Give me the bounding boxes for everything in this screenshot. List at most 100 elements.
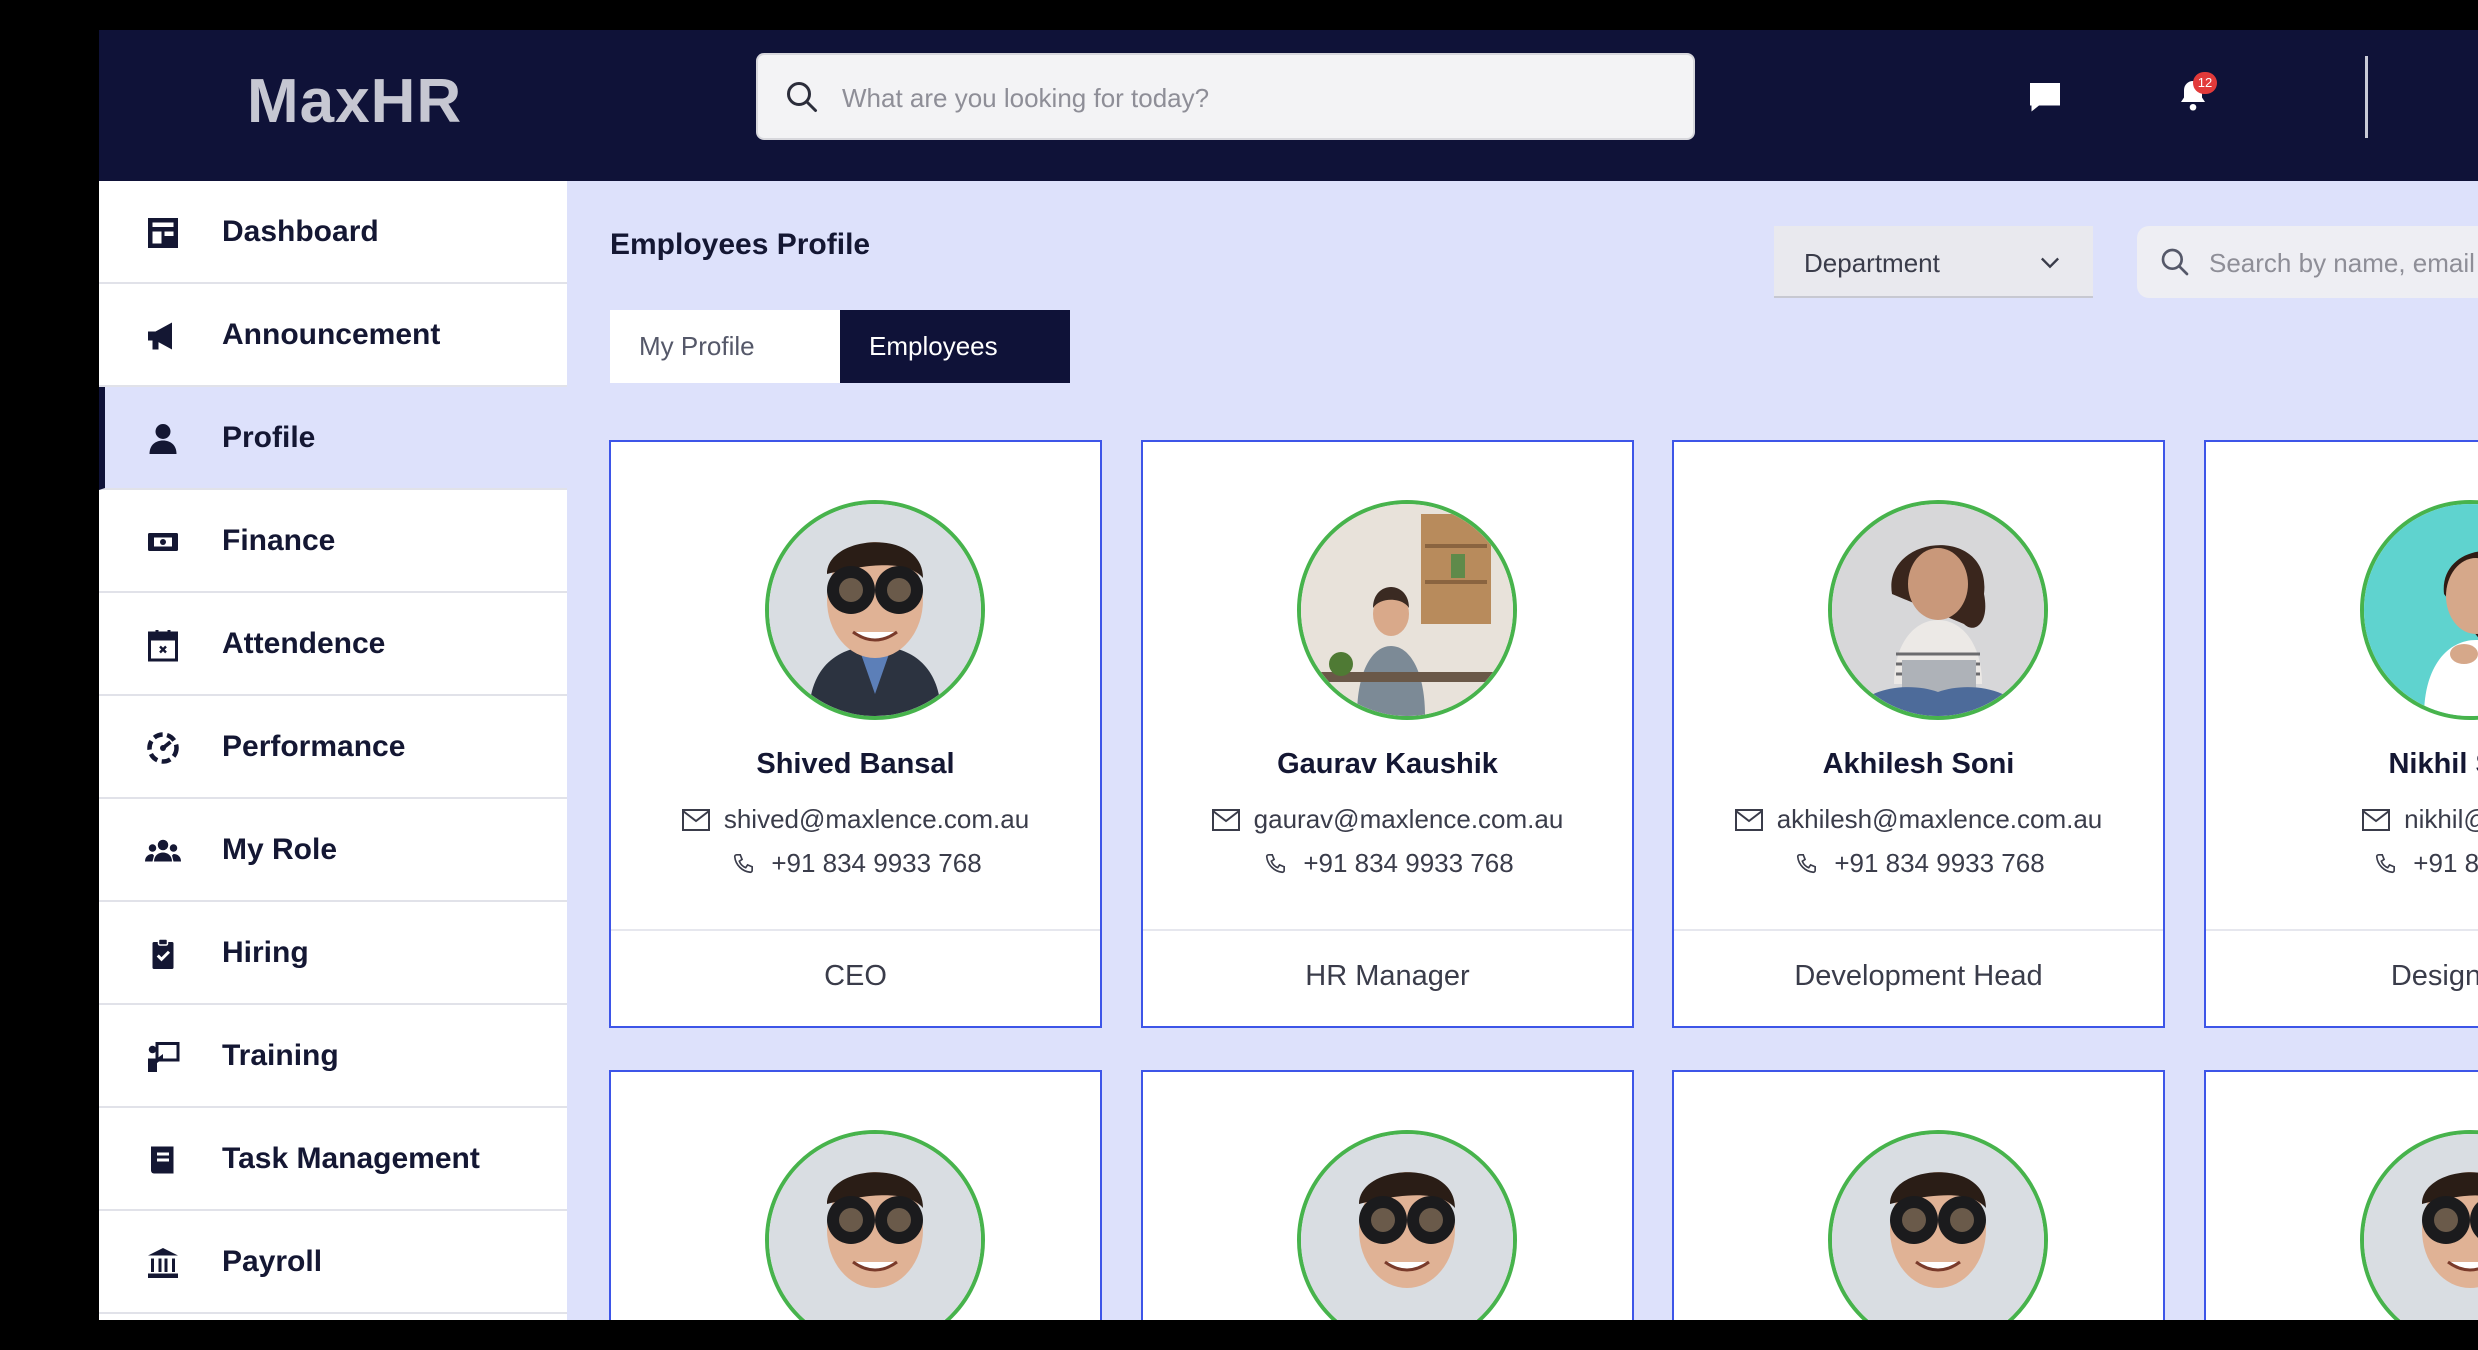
sidebar-item-label: Attendence	[222, 627, 386, 660]
device-frame: MaxHR What are you looking for today? 12…	[0, 0, 2478, 1350]
employee-email-text: akhilesh@maxlence.com.au	[1776, 804, 2103, 834]
book-icon	[151, 1146, 174, 1174]
department-select[interactable]: Department	[1774, 226, 2093, 298]
sidebar-item-label: Training	[222, 1039, 339, 1072]
page-title: Employees Profile	[610, 228, 871, 261]
employee-email-text: nikhil@max	[2404, 804, 2478, 834]
employee-phone[interactable]: +91 834 9933 768	[1674, 848, 2163, 879]
employee-name: Gaurav Kaushik	[1277, 748, 1498, 780]
search-input[interactable]: What are you looking for today?	[842, 83, 1209, 114]
user-icon	[149, 424, 177, 454]
employee-search-input[interactable]: Search by name, email	[2209, 248, 2475, 279]
employee-name: Akhilesh Soni	[1822, 748, 2015, 780]
sidebar-item-label: My Role	[222, 833, 338, 866]
mail-icon	[1211, 809, 1240, 831]
sidebar-item-announcement[interactable]: Announcement	[99, 284, 567, 387]
sidebar-item-label: Finance	[222, 524, 336, 557]
sidebar-item-my-role[interactable]: My Role	[99, 799, 567, 902]
phone-icon	[1266, 854, 1286, 874]
employee-phone[interactable]: +91 834 9933 768	[1143, 848, 1632, 879]
employee-email[interactable]: nikhil@max	[2206, 804, 2478, 835]
employee-avatar	[765, 1130, 985, 1320]
sidebar-item-task-management[interactable]: Task Management	[99, 1108, 567, 1211]
sidebar-item-label: Hiring	[222, 936, 309, 969]
sidebar-item-label: Performance	[222, 730, 406, 763]
employee-role: Design H	[2390, 960, 2478, 992]
employee-avatar	[1828, 1130, 2048, 1320]
employee-card[interactable]: Gaurav Kaushik gaurav@maxlence.com.au +9…	[1141, 440, 1634, 1028]
employee-phone-text: +91 834 9	[2413, 848, 2478, 878]
presentation-icon	[148, 1042, 180, 1072]
employee-card[interactable]	[1141, 1070, 1634, 1320]
employee-role: Development Head	[1794, 960, 2043, 992]
sidebar-item-finance[interactable]: Finance	[99, 490, 567, 593]
notifications-button[interactable]: 12	[2175, 72, 2219, 122]
employee-role: CEO	[824, 960, 887, 992]
clipboard-check-icon	[152, 938, 174, 969]
mail-icon	[1734, 809, 1763, 831]
employee-avatar	[1297, 1130, 1517, 1320]
chevron-down-icon	[2041, 257, 2059, 269]
employee-avatar	[2360, 1130, 2478, 1320]
employee-card[interactable]: Nikhil Sh nikhil@max +91 834 9 Design H	[2204, 440, 2478, 1028]
global-search[interactable]: What are you looking for today?	[756, 53, 1695, 140]
tab-employees[interactable]: Employees	[840, 310, 1070, 383]
sidebar-item-payroll[interactable]: Payroll	[99, 1211, 567, 1314]
employee-card[interactable]: Akhilesh Soni akhilesh@maxlence.com.au +…	[1672, 440, 2165, 1028]
employee-email[interactable]: gaurav@maxlence.com.au	[1143, 804, 1632, 835]
mail-icon	[681, 809, 710, 831]
phone-icon	[2376, 854, 2396, 874]
megaphone-icon	[148, 322, 172, 350]
employee-card[interactable]	[2204, 1070, 2478, 1320]
sidebar-item-label: Profile	[222, 421, 316, 454]
bank-icon	[148, 1248, 178, 1278]
employee-avatar	[2360, 500, 2478, 720]
employee-name: Shived Bansal	[756, 748, 955, 780]
phone-icon	[734, 854, 754, 874]
sidebar-item-label: Payroll	[222, 1245, 323, 1278]
chat-icon[interactable]	[2027, 80, 2063, 116]
sidebar-item-dashboard[interactable]: Dashboard	[99, 181, 567, 284]
sidebar-item-label: Task Management	[222, 1142, 480, 1175]
sidebar-item-label: Announcement	[222, 318, 441, 351]
employee-phone[interactable]: +91 834 9933 768	[611, 848, 1100, 879]
employee-name: Nikhil Sh	[2388, 748, 2478, 780]
employee-avatar	[765, 500, 985, 720]
search-icon	[2161, 248, 2189, 276]
employee-email-text: shived@maxlence.com.au	[723, 804, 1030, 834]
notification-badge: 12	[2193, 72, 2217, 94]
header-divider	[2365, 56, 2368, 138]
employee-email[interactable]: akhilesh@maxlence.com.au	[1674, 804, 2163, 835]
employee-card[interactable]	[609, 1070, 1102, 1320]
top-bar: MaxHR What are you looking for today? 12	[99, 30, 2478, 181]
money-icon	[148, 533, 178, 551]
employee-email[interactable]: shived@maxlence.com.au	[611, 804, 1100, 835]
employee-card[interactable]: Shived Bansal shived@maxlence.com.au +91…	[609, 440, 1102, 1028]
calendar-icon	[148, 630, 178, 662]
employee-card[interactable]	[1672, 1070, 2165, 1320]
sidebar-item-performance[interactable]: Performance	[99, 696, 567, 799]
dashboard-icon	[148, 218, 178, 248]
sidebar-item-label: Dashboard	[222, 215, 379, 248]
employee-phone-text: +91 834 9933 768	[1303, 848, 1514, 878]
employee-email-text: gaurav@maxlence.com.au	[1253, 804, 1564, 834]
employee-phone[interactable]: +91 834 9	[2206, 848, 2478, 879]
card-divider	[1143, 929, 1632, 931]
sidebar-item-attendence[interactable]: Attendence	[99, 593, 567, 696]
tab-my-profile[interactable]: My Profile	[610, 310, 840, 383]
employee-search[interactable]: Search by name, email	[2137, 226, 2478, 298]
sidebar-item-training[interactable]: Training	[99, 1005, 567, 1108]
sidebar-item-profile[interactable]: Profile	[99, 387, 567, 490]
search-icon	[787, 82, 817, 112]
sidebar: Dashboard Announcement Profile Finance A…	[99, 181, 567, 1320]
employee-phone-text: +91 834 9933 768	[1834, 848, 2045, 878]
app-screen: MaxHR What are you looking for today? 12…	[99, 30, 2478, 1320]
sidebar-item-hiring[interactable]: Hiring	[99, 902, 567, 1005]
app-logo[interactable]: MaxHR	[247, 66, 462, 137]
group-icon	[145, 839, 181, 862]
profile-tabs: My Profile Employees	[610, 310, 1070, 383]
employee-role: HR Manager	[1305, 960, 1470, 992]
card-divider	[2206, 929, 2478, 931]
gauge-icon	[147, 732, 179, 764]
phone-icon	[1797, 854, 1817, 874]
